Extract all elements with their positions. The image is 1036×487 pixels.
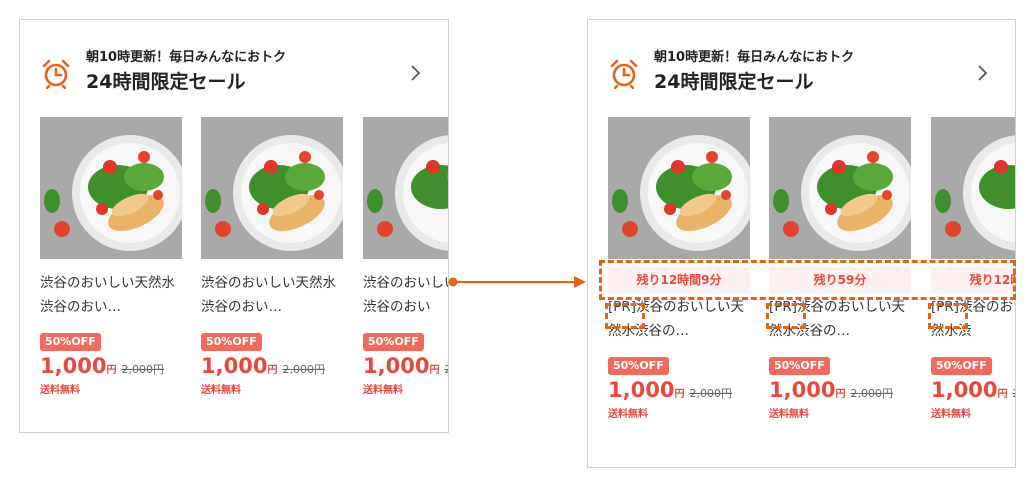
- connector-arrowhead: [574, 276, 586, 288]
- connector-arrow: [448, 276, 586, 288]
